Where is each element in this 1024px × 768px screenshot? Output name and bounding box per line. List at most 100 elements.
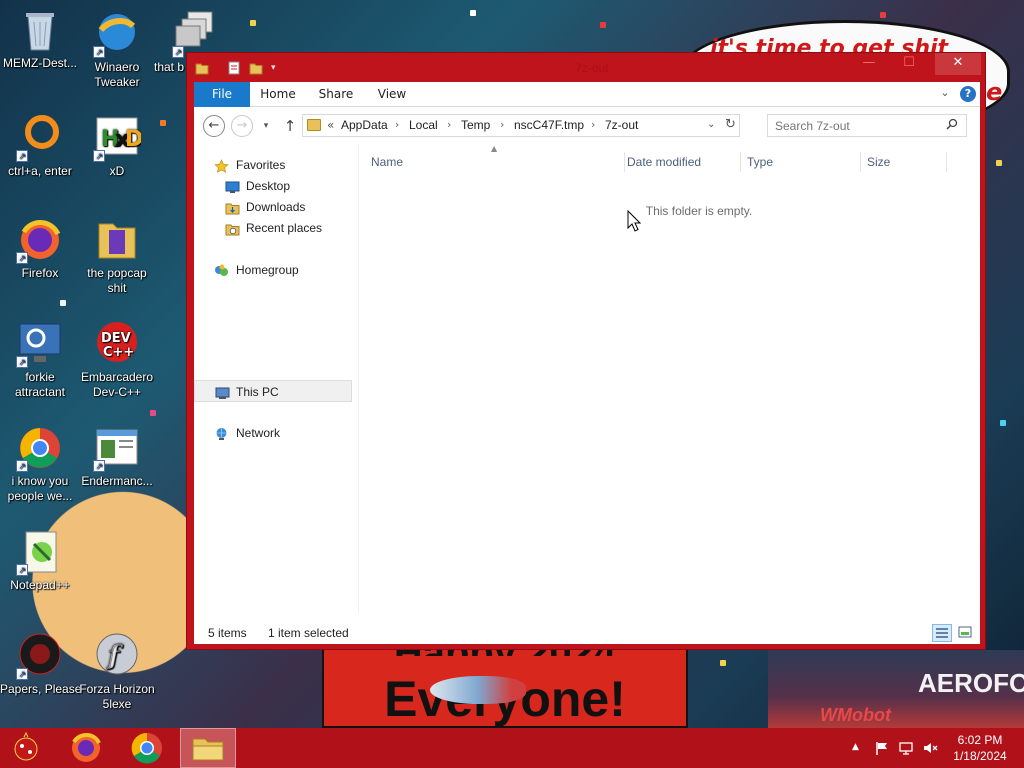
taskbar-chrome-button[interactable]	[119, 728, 175, 768]
file-explorer-window[interactable]: ▾ 7z-out — ☐ ✕ File Home Share View ⌄ ? …	[186, 52, 986, 650]
column-header-name[interactable]: Name	[371, 152, 625, 172]
nav-item-homegroup[interactable]: Homegroup	[194, 259, 352, 281]
svg-text:D: D	[125, 127, 141, 152]
empty-folder-message: This folder is empty.	[645, 204, 753, 218]
confetti	[160, 120, 166, 126]
shortcut-arrow-icon: ↗	[16, 460, 28, 472]
breadcrumb-separator-icon[interactable]: ›	[447, 118, 451, 131]
breadcrumb-nsc-tmp[interactable]: nscC47F.tmp	[514, 118, 584, 132]
minimize-button[interactable]: —	[855, 53, 883, 75]
desktop-icon[interactable]: the popcap shit	[77, 216, 157, 296]
nav-item-desktop[interactable]: Desktop	[194, 175, 352, 197]
desktop-icon[interactable]: HxD ↗ xD	[77, 114, 157, 179]
tab-share[interactable]: Share	[314, 82, 358, 107]
tab-home[interactable]: Home	[256, 82, 300, 107]
help-icon[interactable]: ?	[960, 86, 976, 102]
computer-icon	[215, 385, 230, 399]
volume-muted-icon[interactable]	[922, 740, 938, 756]
forward-button[interactable]: →	[231, 115, 253, 137]
up-button[interactable]: ↑	[282, 117, 298, 135]
desktop-icon[interactable]: f Forza Horizon 5lexe	[77, 632, 157, 712]
breadcrumb-local[interactable]: Local	[409, 118, 438, 132]
desktop-icon[interactable]: ↗ Papers, Please	[0, 632, 80, 697]
action-center-flag-icon[interactable]	[874, 740, 890, 756]
breadcrumb-temp[interactable]: Temp	[461, 118, 490, 132]
tab-view[interactable]: View	[372, 82, 412, 107]
nav-item-recent-places[interactable]: Recent places	[194, 217, 352, 239]
confetti	[470, 10, 476, 16]
popcap-folder-icon	[93, 216, 141, 264]
desktop-icon[interactable]: ↗ forkie attractant	[0, 320, 80, 400]
svg-text:DEV: DEV	[101, 331, 131, 346]
breadcrumb-7z-out[interactable]: 7z-out	[605, 118, 638, 132]
nav-item-favorites[interactable]: Favorites	[194, 154, 352, 176]
customize-qa-chevron-icon[interactable]: ▾	[271, 61, 285, 75]
desktop-icon[interactable]: ↗ Firefox	[0, 216, 80, 281]
desktop-icon[interactable]: ↗ Notepad++	[0, 528, 80, 593]
desktop-icon[interactable]: DEV C++ Embarcadero Dev-C++	[77, 320, 157, 400]
navigation-bar: ← → ▾ ↑ « AppData › Local › Temp › nscC4…	[194, 108, 980, 144]
folder-icon[interactable]	[195, 61, 209, 75]
search-box[interactable]	[767, 114, 967, 137]
address-bar[interactable]: « AppData › Local › Temp › nscC47F.tmp ›…	[302, 114, 740, 137]
nav-item-network[interactable]: Network	[194, 422, 352, 444]
new-folder-icon[interactable]	[249, 61, 263, 75]
column-header-date-modified[interactable]: Date modified	[627, 152, 741, 172]
refresh-icon[interactable]: ↻	[725, 117, 736, 132]
back-button[interactable]: ←	[203, 115, 225, 137]
desktop-icon[interactable]: ↗ i know you people we...	[0, 424, 80, 504]
details-view-button[interactable]	[932, 624, 952, 642]
desktop-icon-label: MEMZ-Dest...	[3, 56, 77, 70]
network-status-icon[interactable]	[898, 740, 914, 756]
desktop-icon[interactable]: ↗ Winaero Tweaker	[77, 10, 157, 90]
desktop-icon-label: i know you people we...	[7, 474, 73, 503]
desktop-icon-label: Winaero Tweaker	[94, 60, 140, 89]
desktop-icon[interactable]: ↗ ctrl+a, enter	[0, 114, 80, 179]
status-bar: 5 items 1 item selected	[194, 622, 980, 644]
recent-places-icon	[225, 221, 240, 236]
search-icon[interactable]	[946, 118, 958, 133]
breadcrumb-separator-icon[interactable]: ›	[591, 118, 595, 131]
breadcrumb-separator-icon[interactable]: ›	[500, 118, 504, 131]
large-icons-view-button[interactable]	[956, 624, 976, 642]
nav-item-downloads[interactable]: Downloads	[194, 196, 352, 218]
column-header-type[interactable]: Type	[747, 152, 861, 172]
address-dropdown-chevron-icon[interactable]: ⌄	[707, 119, 715, 130]
svg-text:C++: C++	[103, 345, 134, 360]
recent-locations-chevron-icon[interactable]: ▾	[260, 120, 272, 132]
nav-item-label: This PC	[236, 385, 279, 399]
close-button[interactable]: ✕	[935, 53, 981, 75]
flash-icon: f	[93, 632, 141, 680]
shortcut-arrow-icon: ↗	[16, 564, 28, 576]
show-hidden-icons-chevron-icon[interactable]: ▲	[852, 742, 859, 752]
desktop-icon-label: the popcap shit	[87, 266, 147, 295]
nav-item-this-pc[interactable]: This PC	[194, 380, 352, 402]
city-sign-text-2: WMobot	[820, 705, 891, 725]
hxd-icon: HxD ↗	[93, 114, 143, 162]
clock-time[interactable]: 6:02 PM	[940, 733, 1020, 747]
window-titlebar[interactable]: ▾ 7z-out — ☐ ✕	[187, 53, 985, 83]
maximize-button[interactable]: ☐	[887, 53, 931, 75]
file-list-pane[interactable]: ▲ Name Date modified Type Size This fold…	[358, 144, 978, 612]
orange-ring-icon: ↗	[16, 114, 64, 162]
downloads-folder-icon	[225, 200, 240, 215]
desktop-icon[interactable]: ↗ Endermanc...	[77, 424, 157, 489]
properties-icon[interactable]	[227, 61, 241, 75]
shortcut-arrow-icon: ↗	[93, 460, 105, 472]
desktop-icon[interactable]: MEMZ-Dest...	[0, 6, 80, 71]
breadcrumb-overflow[interactable]: «	[327, 118, 334, 132]
notepadpp-icon: ↗	[16, 528, 64, 576]
breadcrumb-appdata[interactable]: AppData	[341, 118, 388, 132]
column-header-size[interactable]: Size	[867, 152, 947, 172]
breadcrumb-separator-icon[interactable]: ›	[395, 118, 399, 131]
taskbar-file-explorer-button[interactable]	[180, 728, 236, 768]
clock-date[interactable]: 1/18/2024	[940, 749, 1020, 763]
start-button[interactable]	[0, 728, 56, 768]
expand-ribbon-chevron-icon[interactable]: ⌄	[938, 86, 952, 100]
tab-file[interactable]: File	[194, 82, 250, 107]
confetti	[720, 660, 726, 666]
winaero-icon: ↗	[93, 10, 141, 58]
search-input[interactable]	[769, 116, 941, 135]
windows-stack-icon: ↗	[172, 10, 220, 58]
taskbar-firefox-button[interactable]	[58, 728, 114, 768]
